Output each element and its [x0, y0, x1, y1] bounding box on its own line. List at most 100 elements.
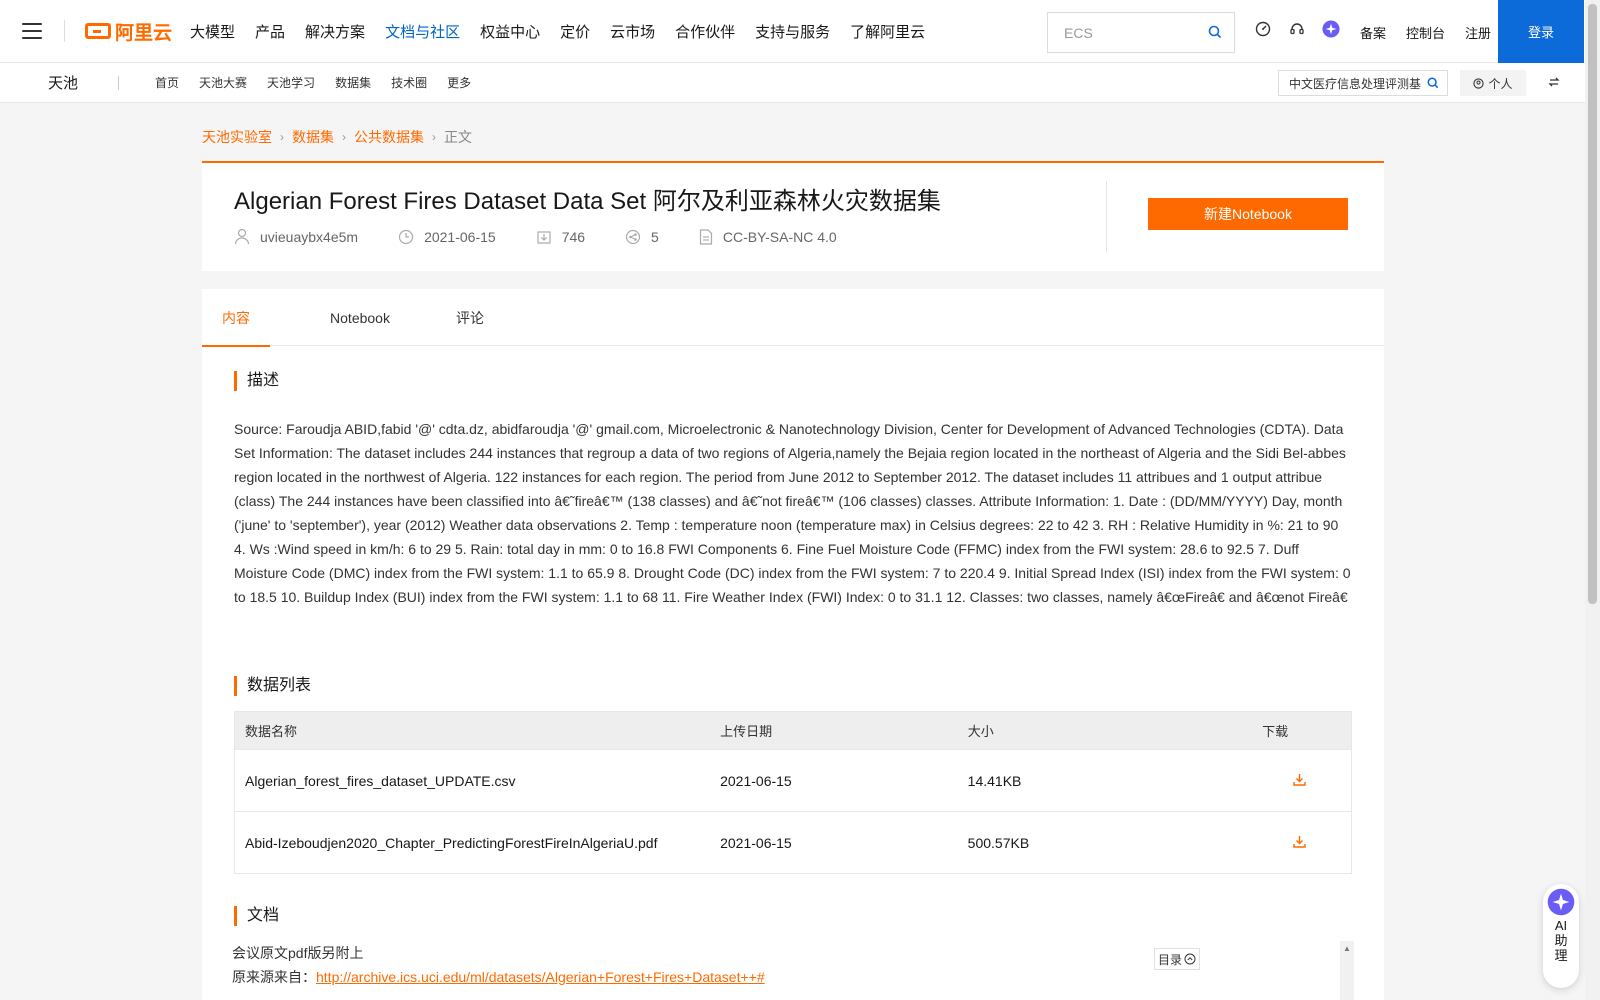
tianchi-search-value: 中文医疗信息处理评测基	[1289, 76, 1422, 91]
download-count-icon	[537, 230, 551, 244]
tab-content[interactable]: 内容	[202, 289, 270, 347]
meta-downloads: 746	[536, 229, 585, 245]
nav-item-support[interactable]: 支持与服务	[755, 21, 830, 42]
source-link[interactable]: http://archive.ics.uci.edu/ml/datasets/A…	[316, 969, 765, 985]
subnav-item-tech-circle[interactable]: 技术圈	[391, 74, 427, 91]
ai-assistant-button[interactable]: AI助理	[1543, 884, 1579, 988]
divider	[64, 20, 65, 42]
description-text: Source: Faroudja ABID,fabid '@' cdta.dz,…	[234, 421, 1351, 605]
document-icon	[699, 228, 712, 245]
clock-icon	[398, 229, 414, 244]
file-name: Algerian_forest_fires_dataset_UPDATE.csv	[245, 772, 516, 789]
switch-icon[interactable]	[1548, 76, 1560, 88]
subnav-item-home[interactable]: 首页	[155, 74, 179, 91]
breadcrumb: 天池实验室 › 数据集 › 公共数据集 › 正文	[202, 127, 472, 147]
nav-item-docs-community[interactable]: 文档与社区	[385, 21, 460, 42]
meta-date: 2021-06-15	[398, 229, 496, 245]
nav-item-solutions[interactable]: 解决方案	[305, 21, 365, 42]
console-link[interactable]: 控制台	[1406, 23, 1445, 42]
tab-comments[interactable]: 评论	[440, 289, 500, 346]
top-links: 备案 控制台 注册	[1360, 23, 1511, 42]
divider	[1106, 181, 1107, 253]
global-search-input[interactable]	[1064, 24, 1204, 41]
tianchi-search-input[interactable]: 中文医疗信息处理评测基	[1278, 70, 1448, 96]
nav-item-pricing[interactable]: 定价	[560, 21, 590, 42]
divider	[118, 75, 120, 90]
table-header: 数据名称 上传日期 大小 下载	[235, 712, 1351, 749]
nav-item-products[interactable]: 产品	[255, 21, 285, 42]
col-size-header: 大小	[967, 724, 994, 739]
meta-license: CC-BY-SA-NC 4.0	[699, 229, 837, 245]
ai-assistant-label: AI助理	[1554, 918, 1568, 963]
subnav-item-learning[interactable]: 天池学习	[267, 74, 315, 91]
tab-notebook[interactable]: Notebook	[310, 289, 410, 346]
aliyun-logo-icon	[85, 23, 111, 39]
personal-center-button[interactable]: 个人	[1460, 70, 1526, 96]
search-icon[interactable]	[1208, 25, 1222, 39]
col-name-header: 数据名称	[245, 724, 298, 739]
data-file-table: 数据名称 上传日期 大小 下载 Algerian_forest_fires_da…	[234, 711, 1352, 874]
file-date: 2021-06-15	[720, 772, 792, 789]
ai-sparkle-icon[interactable]	[1322, 20, 1340, 38]
tianchi-brand[interactable]: 天池	[48, 72, 78, 93]
nav-item-partners[interactable]: 合作伙伴	[675, 21, 735, 42]
scroll-up-arrow-icon[interactable]: ▲	[1343, 944, 1351, 953]
share-count: 5	[651, 228, 659, 245]
chevron-up-circle-icon	[1184, 953, 1196, 965]
subnav-item-datasets[interactable]: 数据集	[335, 74, 371, 91]
breadcrumb-tianchi-lab[interactable]: 天池实验室	[202, 127, 272, 147]
headset-icon[interactable]	[1288, 20, 1306, 38]
download-icon[interactable]	[1262, 773, 1351, 789]
new-notebook-button[interactable]: 新建Notebook	[1148, 198, 1348, 230]
datalist-heading: 数据列表	[234, 676, 311, 696]
breadcrumb-current: 正文	[444, 129, 472, 145]
toc-label: 目录	[1157, 952, 1182, 967]
login-button[interactable]: 登录	[1498, 0, 1584, 63]
subnav-item-more[interactable]: 更多	[447, 74, 471, 91]
meta-shares: 5	[625, 229, 659, 245]
author-name[interactable]: uvieuaybx4e5m	[260, 229, 358, 245]
ai-sparkle-icon	[1547, 888, 1575, 916]
file-size: 14.41KB	[967, 772, 1022, 789]
search-icon[interactable]	[1427, 77, 1439, 89]
menu-icon[interactable]	[22, 23, 42, 39]
user-icon	[234, 228, 250, 245]
chevron-right-icon: ›	[432, 130, 436, 144]
chevron-right-icon: ›	[280, 130, 284, 144]
file-name: Abid-Izeboudjen2020_Chapter_PredictingFo…	[245, 834, 658, 851]
description-heading: 描述	[234, 371, 279, 391]
toc-button[interactable]: 目录	[1154, 948, 1200, 970]
page-scrollbar[interactable]	[1585, 0, 1600, 1000]
upload-date: 2021-06-15	[424, 228, 496, 245]
table-row: Abid-Izeboudjen2020_Chapter_PredictingFo…	[235, 811, 1351, 873]
nav-item-llm[interactable]: 大模型	[190, 21, 235, 42]
aliyun-logo[interactable]: 阿里云	[85, 18, 172, 45]
logo-text: 阿里云	[115, 22, 173, 44]
dataset-content: 内容 Notebook 评论 描述 Source: Faroudja ABID,…	[202, 289, 1384, 1000]
docs-scrollbar[interactable]: ▲	[1340, 941, 1354, 1000]
file-date: 2021-06-15	[720, 834, 792, 851]
page-title: Algerian Forest Fires Dataset Data Set 阿…	[234, 188, 941, 215]
dataset-header: Algerian Forest Fires Dataset Data Set 阿…	[202, 161, 1384, 271]
nav-item-about[interactable]: 了解阿里云	[850, 21, 925, 42]
personal-label: 个人	[1488, 76, 1513, 91]
nav-item-benefits[interactable]: 权益中心	[480, 21, 540, 42]
top-icon-group	[1254, 20, 1356, 38]
table-row: Algerian_forest_fires_dataset_UPDATE.csv…	[235, 749, 1351, 811]
filing-link[interactable]: 备案	[1360, 23, 1386, 42]
scrollbar-thumb[interactable]	[1588, 4, 1597, 604]
subnav-item-competitions[interactable]: 天池大赛	[199, 74, 247, 91]
meta-author: uvieuaybx4e5m	[234, 228, 358, 245]
share-icon	[625, 229, 641, 244]
global-search	[1047, 12, 1235, 53]
register-link[interactable]: 注册	[1465, 23, 1491, 42]
nav-item-marketplace[interactable]: 云市场	[610, 21, 655, 42]
tianchi-subnav: 天池 首页 天池大赛 天池学习 数据集 技术圈 更多 中文医疗信息处理评测基 个…	[0, 63, 1585, 103]
dashboard-icon[interactable]	[1254, 20, 1272, 38]
breadcrumb-datasets[interactable]: 数据集	[292, 127, 334, 147]
col-download-header: 下载	[1262, 724, 1289, 739]
top-navigation: 阿里云 大模型 产品 解决方案 文档与社区 权益中心 定价 云市场 合作伙伴 支…	[0, 0, 1585, 63]
dataset-meta: uvieuaybx4e5m 2021-06-15 746 5 CC-BY-SA-…	[234, 228, 877, 245]
download-icon[interactable]	[1262, 835, 1351, 851]
breadcrumb-public-datasets[interactable]: 公共数据集	[354, 127, 424, 147]
